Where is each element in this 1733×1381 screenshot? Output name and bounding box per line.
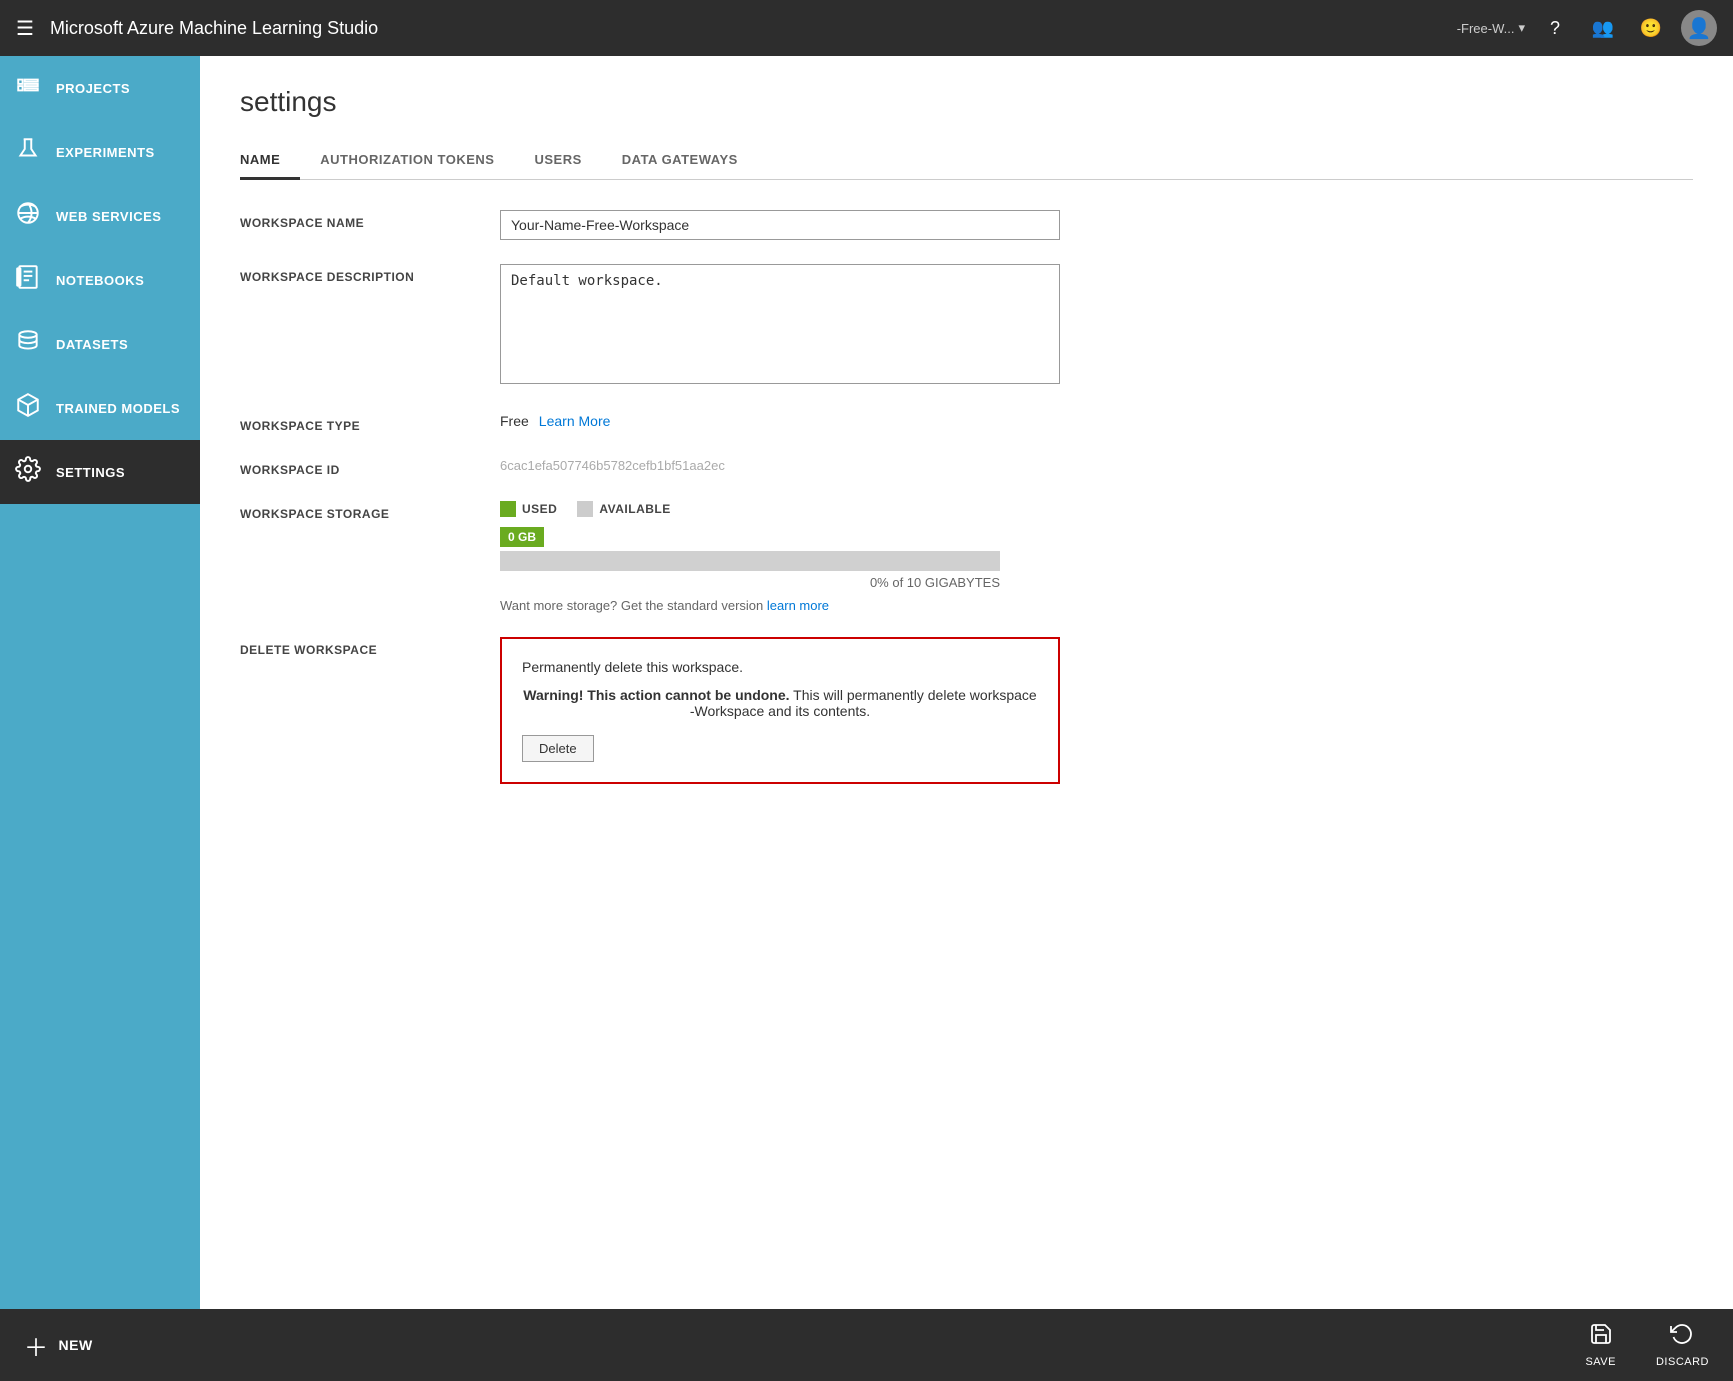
workspace-name: -Free-W... — [1457, 21, 1515, 36]
question-icon: ? — [1550, 18, 1560, 39]
sidebar-item-web-services[interactable]: WEB SERVICES — [0, 184, 200, 248]
smile-icon: 🙂 — [1640, 18, 1662, 39]
sidebar-item-experiments[interactable]: EXPERIMENTS — [0, 120, 200, 184]
menu-icon[interactable]: ☰ — [16, 16, 34, 41]
main-layout: PROJECTS EXPERIMENTS WEB SERVICES — [0, 56, 1733, 1309]
trained-models-label: TRAINED MODELS — [56, 401, 180, 416]
page-title: settings — [240, 86, 1693, 118]
discard-label: DISCARD — [1656, 1356, 1709, 1368]
workspace-type-value: Free — [500, 413, 529, 429]
storage-used-legend: USED — [500, 501, 557, 517]
sidebar: PROJECTS EXPERIMENTS WEB SERVICES — [0, 56, 200, 1309]
storage-used-label: USED — [522, 502, 557, 516]
bottom-bar: ＋ NEW SAVE DISCARD — [0, 1309, 1733, 1381]
available-dot — [577, 501, 593, 517]
storage-learn-more-link[interactable]: learn more — [767, 598, 829, 613]
help-button[interactable]: ? — [1537, 10, 1573, 46]
sidebar-item-trained-models[interactable]: TRAINED MODELS — [0, 376, 200, 440]
new-button[interactable]: ＋ NEW — [24, 1328, 93, 1363]
workspace-description-label: WORKSPACE DESCRIPTION — [240, 264, 500, 284]
delete-button[interactable]: Delete — [522, 735, 594, 762]
learn-more-link[interactable]: Learn More — [539, 413, 611, 429]
workspace-storage-row: WORKSPACE STORAGE USED AVAILABLE 0 GB — [240, 501, 1693, 613]
delete-box: Permanently delete this workspace. Warni… — [500, 637, 1060, 784]
sidebar-item-notebooks[interactable]: NOTEBOOKS — [0, 248, 200, 312]
workspace-name-row: WORKSPACE NAME — [240, 210, 1693, 240]
smile-icon-btn[interactable]: 🙂 — [1633, 10, 1669, 46]
projects-label: PROJECTS — [56, 81, 130, 96]
workspace-name-label: WORKSPACE NAME — [240, 210, 500, 230]
workspace-storage-control: USED AVAILABLE 0 GB 0% of 10 GIGABYTES W… — [500, 501, 1060, 613]
workspace-storage-label: WORKSPACE STORAGE — [240, 501, 500, 521]
workspace-type-control: Free Learn More — [500, 413, 1060, 429]
workspace-id-label: WORKSPACE ID — [240, 457, 500, 477]
delete-workspace-label: DELETE WORKSPACE — [240, 637, 500, 657]
experiments-icon — [14, 136, 42, 168]
storage-available-label: AVAILABLE — [599, 502, 670, 516]
workspace-id-control: 6cac1efa507746b5782cefb1bf51aa2ec — [500, 457, 1060, 475]
storage-more-label: Want more storage? Get the standard vers… — [500, 598, 763, 613]
storage-bar-container: 0 GB 0% of 10 GIGABYTES — [500, 527, 1060, 590]
discard-button[interactable]: DISCARD — [1656, 1322, 1709, 1368]
top-header: ☰ Microsoft Azure Machine Learning Studi… — [0, 0, 1733, 56]
bottom-actions: SAVE DISCARD — [1585, 1322, 1709, 1368]
storage-available-legend: AVAILABLE — [577, 501, 670, 517]
delete-warning-bold: Warning! This action cannot be undone. — [523, 687, 789, 703]
settings-label: SETTINGS — [56, 465, 125, 480]
storage-percent-text: 0% of 10 GIGABYTES — [500, 575, 1000, 590]
notebooks-icon — [14, 264, 42, 296]
tabs-container: NAME AUTHORIZATION TOKENS USERS DATA GAT… — [240, 142, 1693, 180]
workspace-type-row: WORKSPACE TYPE Free Learn More — [240, 413, 1693, 433]
datasets-icon — [14, 328, 42, 360]
workspace-id-row: WORKSPACE ID 6cac1efa507746b5782cefb1bf5… — [240, 457, 1693, 477]
save-button[interactable]: SAVE — [1585, 1322, 1616, 1368]
save-icon — [1589, 1322, 1613, 1352]
workspace-name-control — [500, 210, 1060, 240]
workspace-name-input[interactable] — [500, 210, 1060, 240]
tab-name[interactable]: NAME — [240, 142, 300, 180]
used-dot — [500, 501, 516, 517]
sidebar-item-projects[interactable]: PROJECTS — [0, 56, 200, 120]
app-title: Microsoft Azure Machine Learning Studio — [50, 18, 1457, 39]
delete-warning: Warning! This action cannot be undone. T… — [522, 687, 1038, 719]
tab-data-gateways[interactable]: DATA GATEWAYS — [602, 142, 758, 180]
projects-icon — [14, 72, 42, 104]
tab-auth-tokens[interactable]: AUTHORIZATION TOKENS — [300, 142, 514, 180]
plus-icon: ＋ — [24, 1328, 49, 1363]
datasets-label: DATASETS — [56, 337, 128, 352]
delete-text: Permanently delete this workspace. — [522, 659, 1038, 675]
delete-workspace-row: DELETE WORKSPACE Permanently delete this… — [240, 637, 1693, 784]
storage-bar-track — [500, 551, 1000, 571]
chevron-down-icon: ▾ — [1518, 20, 1525, 36]
tab-users[interactable]: USERS — [514, 142, 601, 180]
notebooks-label: NOTEBOOKS — [56, 273, 144, 288]
workspace-description-control: Default workspace. — [500, 264, 1060, 389]
web-services-label: WEB SERVICES — [56, 209, 161, 224]
trained-models-icon — [14, 392, 42, 424]
avatar-icon: 👤 — [1687, 16, 1712, 41]
workspace-description-row: WORKSPACE DESCRIPTION Default workspace. — [240, 264, 1693, 389]
storage-more-text: Want more storage? Get the standard vers… — [500, 598, 1060, 613]
web-services-icon — [14, 200, 42, 232]
workspace-description-textarea[interactable]: Default workspace. — [500, 264, 1060, 384]
save-label: SAVE — [1585, 1356, 1616, 1368]
new-label: NEW — [59, 1337, 93, 1353]
workspace-selector[interactable]: -Free-W... ▾ — [1457, 20, 1525, 36]
workspace-id-value: 6cac1efa507746b5782cefb1bf51aa2ec — [500, 452, 725, 473]
delete-workspace-control: Permanently delete this workspace. Warni… — [500, 637, 1060, 784]
settings-icon — [14, 456, 42, 488]
people-icon-btn[interactable]: 👥 — [1585, 10, 1621, 46]
content-area: settings NAME AUTHORIZATION TOKENS USERS… — [200, 56, 1733, 1309]
storage-amount-badge: 0 GB — [500, 527, 544, 547]
user-avatar[interactable]: 👤 — [1681, 10, 1717, 46]
experiments-label: EXPERIMENTS — [56, 145, 155, 160]
sidebar-item-datasets[interactable]: DATASETS — [0, 312, 200, 376]
people-icon: 👥 — [1592, 18, 1614, 39]
header-right: -Free-W... ▾ ? 👥 🙂 👤 — [1457, 10, 1717, 46]
sidebar-item-settings[interactable]: SETTINGS — [0, 440, 200, 504]
discard-icon — [1670, 1322, 1694, 1352]
workspace-type-label: WORKSPACE TYPE — [240, 413, 500, 433]
